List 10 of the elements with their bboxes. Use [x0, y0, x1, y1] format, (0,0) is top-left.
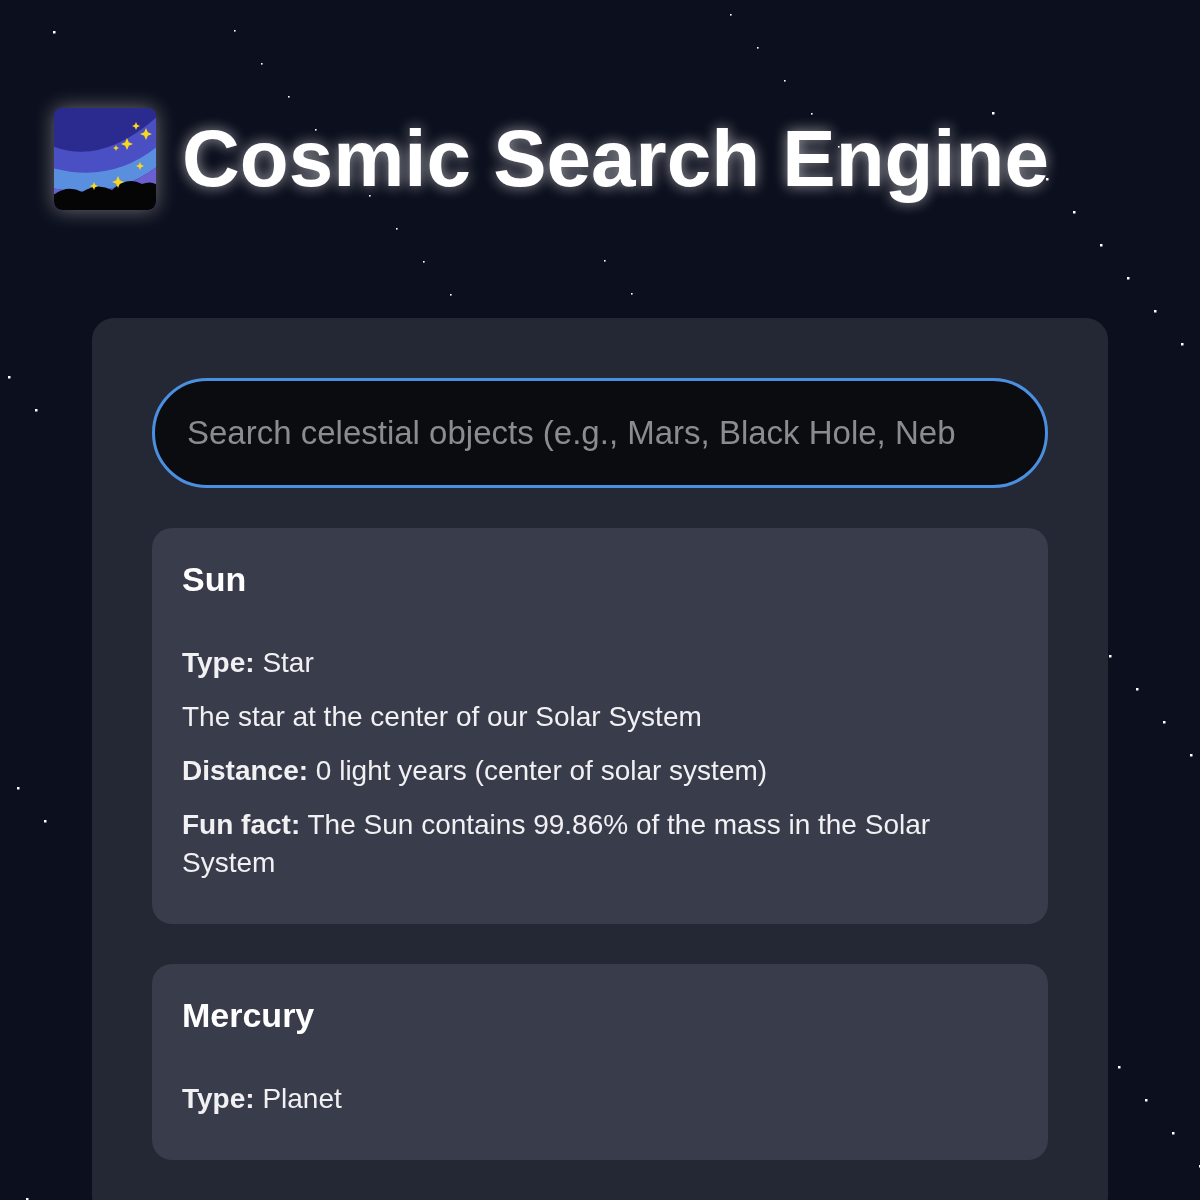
fact-text: Type: Star	[182, 646, 315, 680]
page-title: Cosmic Search Engine	[182, 113, 1049, 205]
result-title: Sun	[182, 559, 248, 600]
fact-text: Distance: 0 light years (center of solar system)	[182, 754, 769, 788]
fact-text: Type: Planet	[182, 1082, 343, 1116]
result-title: Mercury	[182, 995, 316, 1036]
night-sky-icon	[52, 106, 158, 212]
fact-text: Fun fact: The Sun contains 99.86% of the mass in the Solar System	[182, 808, 932, 880]
search-field[interactable]: Search celestial objects (e.g., Mars, Black Hole, Neb	[152, 378, 1048, 488]
fact-text: The star at the center of our Solar System	[182, 700, 703, 734]
